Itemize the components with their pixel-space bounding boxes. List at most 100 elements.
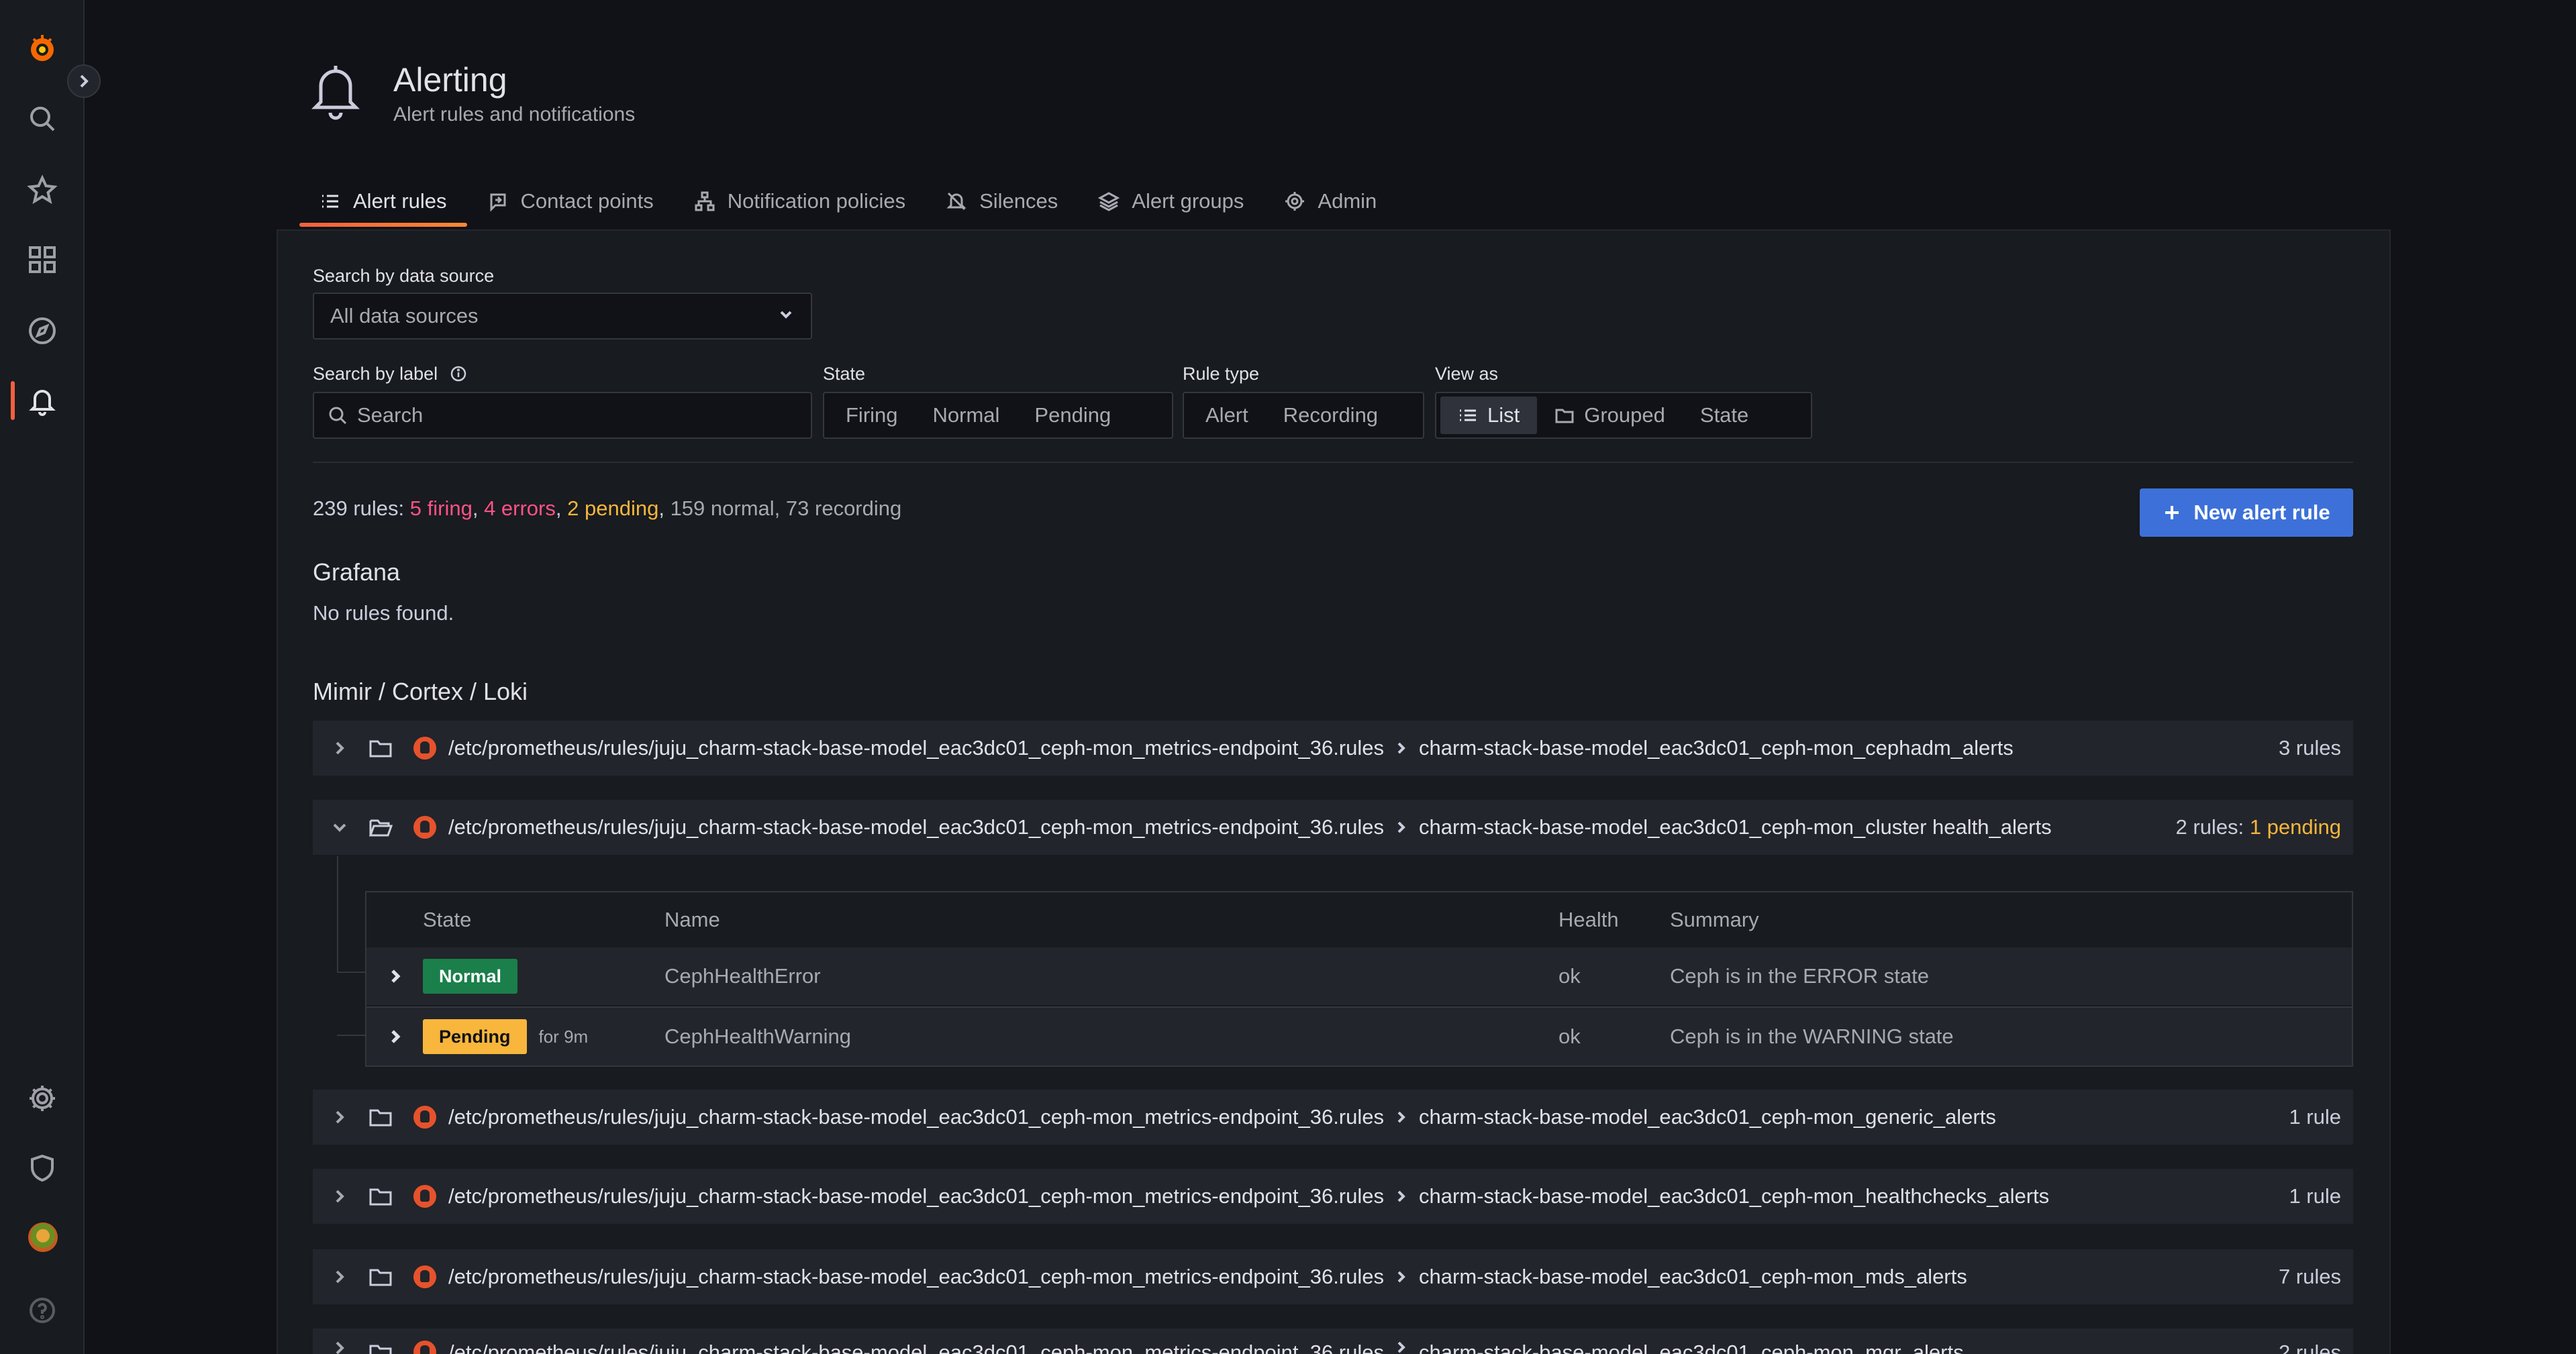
label-search-input[interactable]: Search <box>313 392 812 439</box>
compass-explore-icon[interactable] <box>23 311 62 350</box>
table-row[interactable]: Normal CephHealthError ok Ceph is in the… <box>366 947 2352 1005</box>
folder-icon <box>360 736 401 760</box>
new-alert-rule-button[interactable]: New alert rule <box>2140 488 2353 537</box>
rule-group-row[interactable]: /etc/prometheus/rules/juju_charm-stack-b… <box>313 1090 2353 1145</box>
tree-connector-line <box>337 1035 365 1036</box>
tab-alert-rules[interactable]: Alert rules <box>299 176 467 227</box>
search-icon <box>328 405 348 425</box>
angle-right-icon <box>1384 1270 1419 1284</box>
comment-alt-share-icon <box>487 191 509 212</box>
group-name: charm-stack-base-model_eac3dc01_ceph-mon… <box>1419 1341 1964 1354</box>
state-option-firing[interactable]: Firing <box>828 397 915 434</box>
group-name: charm-stack-base-model_eac3dc01_ceph-mon… <box>1419 815 2052 839</box>
tab-admin[interactable]: Admin <box>1264 176 1397 227</box>
rule-health-cell: ok <box>1558 1008 1581 1065</box>
group-name: charm-stack-base-model_eac3dc01_ceph-mon… <box>1419 1265 1967 1289</box>
star-icon[interactable] <box>23 170 62 209</box>
angle-right-icon <box>1384 741 1419 755</box>
state-option-pending[interactable]: Pending <box>1017 397 1128 434</box>
stat-firing: 5 firing <box>410 497 473 520</box>
rule-health-cell: ok <box>1558 947 1581 1005</box>
angle-right-icon <box>1384 1110 1419 1124</box>
rule-type-option-recording[interactable]: Recording <box>1266 397 1395 434</box>
rule-state-cell: Pending for 9m <box>423 1008 588 1065</box>
state-badge-pending: Pending <box>423 1019 527 1054</box>
stat-recording: 73 recording <box>786 497 901 520</box>
rule-group-row[interactable]: /etc/prometheus/rules/juju_charm-stack-b… <box>313 1169 2353 1224</box>
page-subtitle: Alert rules and notifications <box>393 103 635 126</box>
angle-right-icon <box>1384 1341 1419 1354</box>
stat-pending: 2 pending <box>567 497 658 520</box>
folder-icon <box>360 1184 401 1208</box>
rule-group-row[interactable]: /etc/prometheus/rules/juju_charm-stack-b… <box>313 1249 2353 1304</box>
bell-icon <box>309 60 362 121</box>
tab-label: Alert groups <box>1132 189 1244 213</box>
group-name: charm-stack-base-model_eac3dc01_ceph-mon… <box>1419 736 2014 760</box>
tab-label: Contact points <box>521 189 654 213</box>
group-name: charm-stack-base-model_eac3dc01_ceph-mon… <box>1419 1105 1996 1129</box>
pending-duration: for 9m <box>539 1027 589 1047</box>
group-namespace: /etc/prometheus/rules/juju_charm-stack-b… <box>448 1184 1384 1208</box>
rules-panel: Search by data source All data sources S… <box>277 229 2391 1354</box>
chevron-right-icon[interactable] <box>319 1110 360 1125</box>
gear-icon[interactable] <box>23 1079 62 1118</box>
prometheus-datasource-icon <box>401 1106 448 1129</box>
table-row[interactable]: Pending for 9m CephHealthWarning ok Ceph… <box>366 1006 2352 1065</box>
bell-slash-icon <box>946 191 967 212</box>
dashboards-grid-icon[interactable] <box>23 240 62 279</box>
column-header-state: State <box>423 892 471 947</box>
tab-contact-points[interactable]: Contact points <box>467 176 674 227</box>
rule-group-row[interactable]: /etc/prometheus/rules/juju_charm-stack-b… <box>313 1329 2353 1354</box>
rule-type-filter-group: Alert Recording <box>1183 392 1424 439</box>
rule-type-filter-label: Rule type <box>1183 364 1259 384</box>
chevron-right-icon[interactable] <box>387 1008 404 1065</box>
sitemap-icon <box>694 191 715 212</box>
state-option-normal[interactable]: Normal <box>915 397 1018 434</box>
chevron-down-icon[interactable] <box>319 820 360 835</box>
tab-label: Silences <box>979 189 1058 213</box>
chevron-right-icon[interactable] <box>319 741 360 756</box>
filters-divider <box>313 462 2353 463</box>
chevron-right-icon[interactable] <box>319 1189 360 1204</box>
grafana-empty-text: No rules found. <box>313 601 454 625</box>
view-option-state[interactable]: State <box>1683 397 1766 434</box>
datasource-select[interactable]: All data sources <box>313 293 812 340</box>
chevron-right-icon[interactable] <box>387 947 404 1005</box>
search-icon[interactable] <box>23 99 62 138</box>
tree-connector-line <box>337 972 365 973</box>
grafana-logo-icon[interactable] <box>23 30 62 68</box>
shield-icon[interactable] <box>23 1149 62 1188</box>
state-filter-group: Firing Normal Pending <box>823 392 1173 439</box>
rule-group-row-expanded[interactable]: /etc/prometheus/rules/juju_charm-stack-b… <box>313 800 2353 855</box>
group-name: charm-stack-base-model_eac3dc01_ceph-mon… <box>1419 1184 2049 1208</box>
info-circle-icon[interactable] <box>450 365 467 382</box>
tab-notification-policies[interactable]: Notification policies <box>674 176 926 227</box>
bell-alerting-icon[interactable] <box>23 381 62 420</box>
view-option-grouped[interactable]: Grouped <box>1537 397 1683 434</box>
rules-stats-summary: 239 rules: 5 firing, 4 errors, 2 pending… <box>313 497 901 521</box>
column-header-health: Health <box>1558 892 1619 947</box>
stat-normal: 159 normal <box>671 497 775 520</box>
tab-silences[interactable]: Silences <box>926 176 1078 227</box>
group-rule-count: 2 rules: 1 pending <box>2176 815 2341 839</box>
prometheus-datasource-icon <box>401 737 448 760</box>
chevron-right-icon[interactable] <box>319 1269 360 1284</box>
sidebar-nav <box>0 0 85 1354</box>
help-icon[interactable] <box>23 1291 62 1330</box>
prometheus-datasource-icon <box>401 1341 448 1354</box>
group-namespace: /etc/prometheus/rules/juju_charm-stack-b… <box>448 1105 1384 1129</box>
prometheus-datasource-icon <box>401 1185 448 1208</box>
group-namespace: /etc/prometheus/rules/juju_charm-stack-b… <box>448 1341 1384 1354</box>
label-filter-label: Search by label <box>313 364 467 384</box>
external-section-title: Mimir / Cortex / Loki <box>313 678 528 706</box>
rule-group-row[interactable]: /etc/prometheus/rules/juju_charm-stack-b… <box>313 721 2353 776</box>
tab-alert-groups[interactable]: Alert groups <box>1078 176 1264 227</box>
view-option-list[interactable]: List <box>1440 397 1537 434</box>
layer-group-icon <box>1098 191 1120 212</box>
user-avatar[interactable] <box>28 1222 58 1252</box>
list-icon <box>319 191 341 212</box>
chevron-right-icon[interactable] <box>319 1341 360 1354</box>
sidebar-expand-button[interactable] <box>67 64 101 98</box>
rule-type-option-alert[interactable]: Alert <box>1188 397 1266 434</box>
group-rule-count: 7 rules <box>2279 1265 2341 1289</box>
